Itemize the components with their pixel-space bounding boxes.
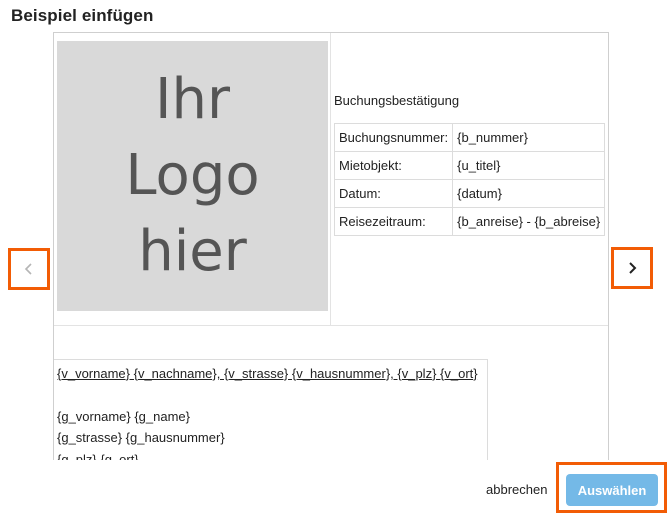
table-row: Mietobjekt: {u_titel} xyxy=(333,151,606,180)
column-divider xyxy=(330,33,331,325)
template-preview: Ihr Logo hier Buchungsbestätigung Buchun… xyxy=(53,32,609,460)
logo-text-line: Ihr xyxy=(154,67,231,132)
next-template-button[interactable] xyxy=(611,247,653,289)
table-row: Datum: {datum} xyxy=(333,179,606,208)
chevron-left-icon xyxy=(24,263,32,275)
row-label: Mietobjekt: xyxy=(333,151,454,180)
guest-line: {g_vorname} {g_name} xyxy=(57,408,190,424)
guest-line: {g_strasse} {g_hausnummer} xyxy=(57,430,225,445)
row-label: Reisezeitraum: xyxy=(333,207,454,236)
table-row: Buchungsnummer: {b_nummer} xyxy=(333,123,606,152)
guest-line: {g_plz} {g_ort} xyxy=(57,451,139,461)
row-value: {u_titel} xyxy=(452,151,606,180)
row-label: Datum: xyxy=(333,179,454,208)
select-button[interactable]: Auswählen xyxy=(566,474,658,506)
row-value: {b_nummer} xyxy=(452,123,606,152)
document-heading: Buchungsbestätigung xyxy=(334,93,460,108)
row-label: Buchungsnummer: xyxy=(333,123,454,152)
chevron-right-icon xyxy=(629,262,637,274)
address-block: {v_vorname} {v_nachname}, {v_strasse} {v… xyxy=(54,359,488,460)
row-value: {datum} xyxy=(452,179,606,208)
booking-details-table: Buchungsnummer: {b_nummer} Mietobjekt: {… xyxy=(333,123,606,236)
dialog-title: Beispiel einfügen xyxy=(11,6,154,25)
cancel-button[interactable]: abbrechen xyxy=(486,482,547,497)
table-row: Reisezeitraum: {b_anreise} - {b_abreise} xyxy=(333,207,606,236)
logo-placeholder: Ihr Logo hier xyxy=(57,41,328,311)
row-value: {b_anreise} - {b_abreise} xyxy=(452,207,606,236)
logo-text-line: Logo xyxy=(125,143,260,208)
sender-line: {v_vorname} {v_nachname}, {v_strasse} {v… xyxy=(57,366,478,381)
previous-template-button[interactable] xyxy=(8,248,50,290)
logo-text-line: hier xyxy=(138,219,247,284)
section-divider xyxy=(54,325,608,326)
